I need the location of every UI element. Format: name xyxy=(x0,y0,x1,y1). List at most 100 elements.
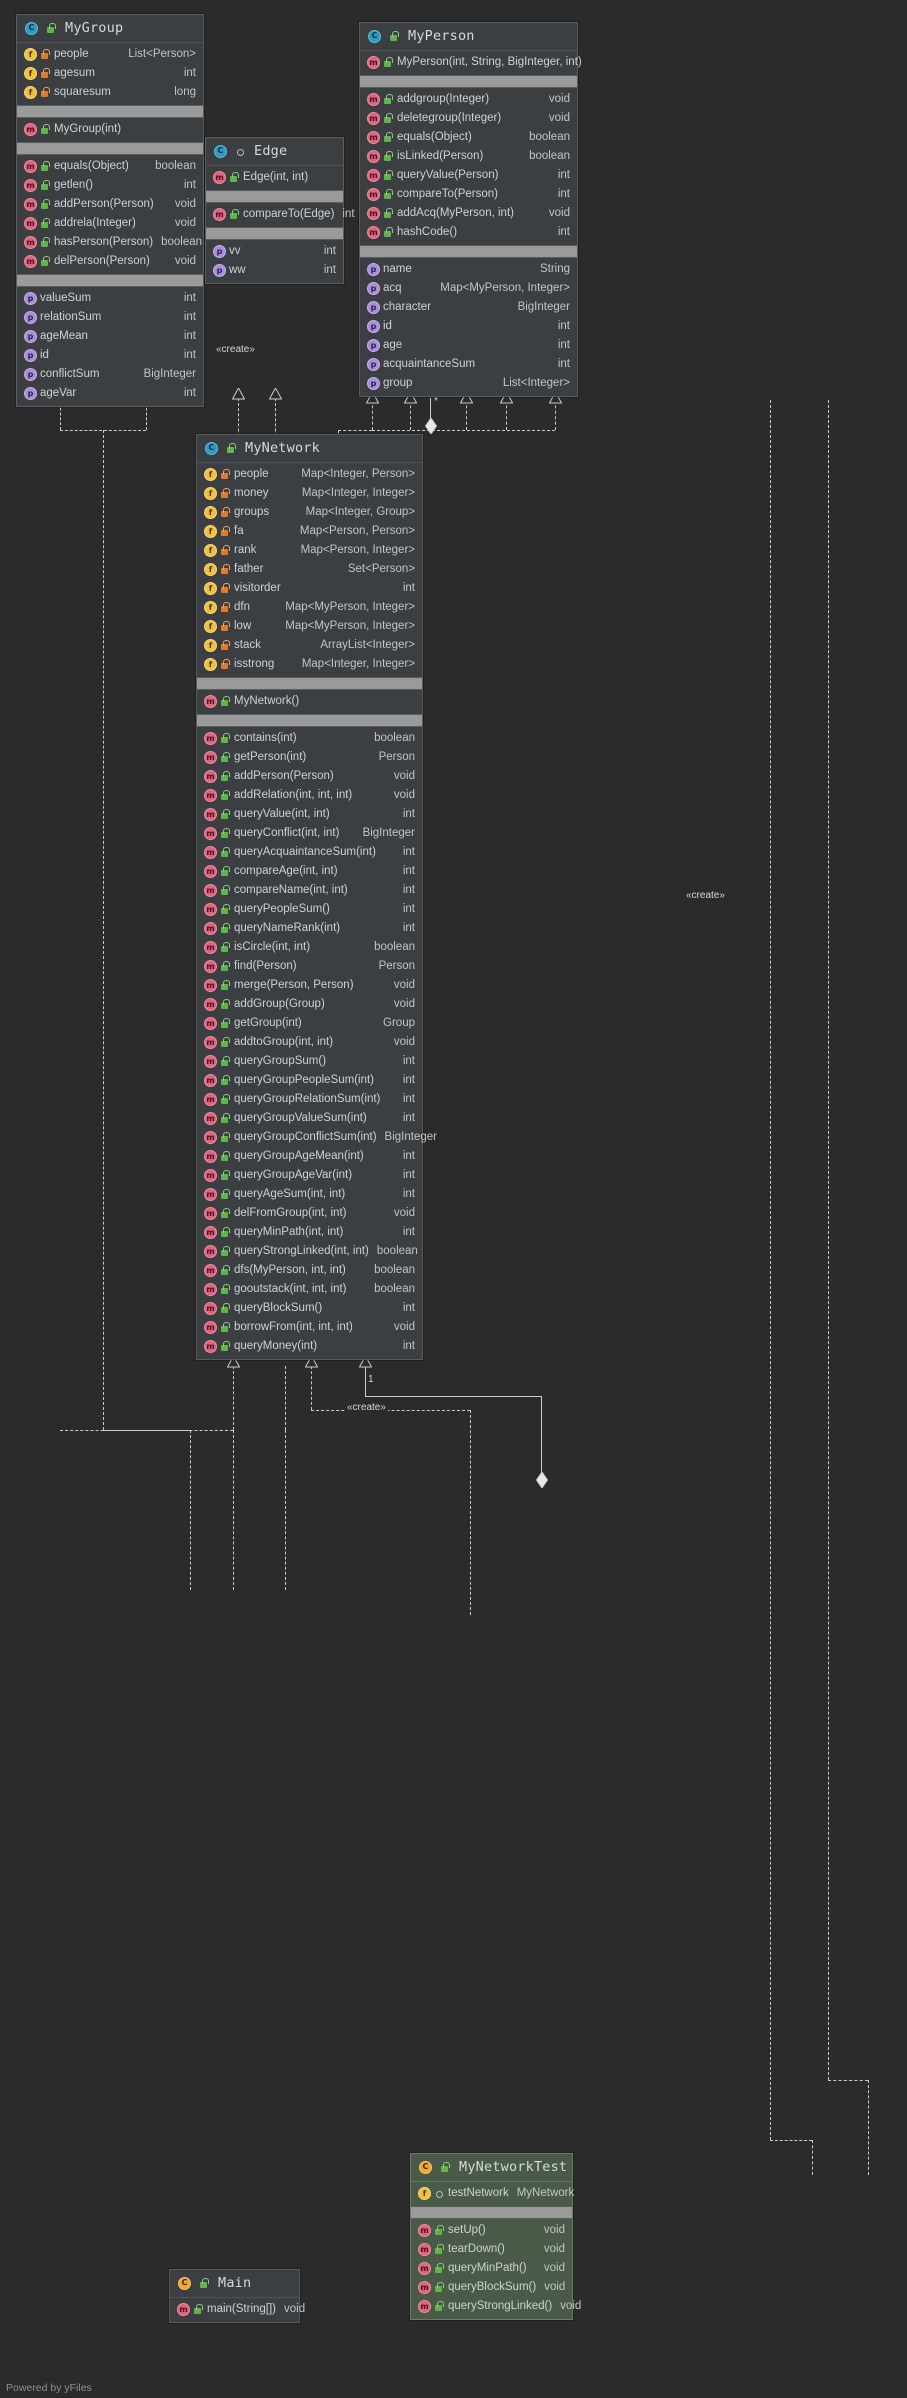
method-row[interactable]: m tearDown() void xyxy=(411,2240,572,2259)
property-row[interactable]: p acquaintanceSum int xyxy=(360,355,577,374)
property-row[interactable]: p id int xyxy=(17,346,203,365)
method-row[interactable]: m addGroup(Group) void xyxy=(197,995,422,1014)
field-row[interactable]: f isstrong Map<Integer, Integer> xyxy=(197,655,422,674)
method-row[interactable]: m addAcq(MyPerson, int) void xyxy=(360,204,577,223)
field-row[interactable]: f testNetwork MyNetwork xyxy=(411,2184,574,2203)
property-row[interactable]: p ww int xyxy=(206,261,343,280)
property-row[interactable]: p ageVar int xyxy=(17,384,203,403)
constructor-row[interactable]: m MyPerson(int, String, BigInteger, int) xyxy=(360,53,582,72)
method-row[interactable]: m equals(Object) boolean xyxy=(17,157,203,176)
field-row[interactable]: f low Map<MyPerson, Integer> xyxy=(197,617,422,636)
constructor-row[interactable]: m MyGroup(int) xyxy=(17,120,203,139)
method-row[interactable]: m queryAgeSum(int, int) int xyxy=(197,1185,422,1204)
property-row[interactable]: p valueSum int xyxy=(17,289,203,308)
method-row[interactable]: m queryGroupRelationSum(int) int xyxy=(197,1090,422,1109)
method-row[interactable]: m queryStrongLinked(int, int) boolean xyxy=(197,1242,422,1261)
method-row[interactable]: m addPerson(Person) void xyxy=(17,195,203,214)
method-row[interactable]: m addgroup(Integer) void xyxy=(360,90,577,109)
class-box-myperson[interactable]: C MyPerson m MyPerson(int, String, BigIn… xyxy=(359,22,582,397)
unlock-public-icon xyxy=(440,2161,450,2173)
method-row[interactable]: m dfs(MyPerson, int, int) boolean xyxy=(197,1261,422,1280)
connector-line xyxy=(812,2140,813,2175)
property-row[interactable]: p ageMean int xyxy=(17,327,203,346)
method-row[interactable]: m queryGroupAgeVar(int) int xyxy=(197,1166,422,1185)
method-row[interactable]: m hashCode() int xyxy=(360,223,577,242)
method-row[interactable]: m queryGroupPeopleSum(int) int xyxy=(197,1071,422,1090)
method-row[interactable]: m queryBlockSum() int xyxy=(197,1299,422,1318)
field-row[interactable]: f dfn Map<MyPerson, Integer> xyxy=(197,598,422,617)
method-row[interactable]: m queryPeopleSum() int xyxy=(197,900,422,919)
field-row[interactable]: f fa Map<Person, Person> xyxy=(197,522,422,541)
property-row[interactable]: p character BigInteger xyxy=(360,298,577,317)
method-row[interactable]: m queryConflict(int, int) BigInteger xyxy=(197,824,422,843)
method-row[interactable]: m compareName(int, int) int xyxy=(197,881,422,900)
property-row[interactable]: p name String xyxy=(360,260,577,279)
method-row[interactable]: m setUp() void xyxy=(411,2221,572,2240)
member-type: Map<Person, Person> xyxy=(299,525,415,537)
method-row[interactable]: m queryGroupConflictSum(int) BigInteger xyxy=(197,1128,437,1147)
method-row[interactable]: m queryMoney(int) int xyxy=(197,1337,422,1356)
method-row[interactable]: m queryStrongLinked() void xyxy=(411,2297,581,2316)
field-row[interactable]: f groups Map<Integer, Group> xyxy=(197,503,422,522)
method-row[interactable]: m queryValue(Person) int xyxy=(360,166,577,185)
method-row[interactable]: m getPerson(int) Person xyxy=(197,748,422,767)
field-row[interactable]: f squaresum long xyxy=(17,83,203,102)
method-row[interactable]: m delFromGroup(int, int) void xyxy=(197,1204,422,1223)
class-box-edge[interactable]: C Edge m Edge(int, int) m compareTo(Edge… xyxy=(205,137,355,284)
field-row[interactable]: f agesum int xyxy=(17,64,203,83)
constructor-row[interactable]: m MyNetwork() xyxy=(197,692,422,711)
field-row[interactable]: f stack ArrayList<Integer> xyxy=(197,636,422,655)
method-row[interactable]: m merge(Person, Person) void xyxy=(197,976,422,995)
class-box-mynetworktest[interactable]: C MyNetworkTest f testNetwork MyNetwork … xyxy=(410,2153,581,2320)
method-row[interactable]: m queryGroupValueSum(int) int xyxy=(197,1109,422,1128)
method-row[interactable]: m addRelation(int, int, int) void xyxy=(197,786,422,805)
method-row[interactable]: m getGroup(int) Group xyxy=(197,1014,422,1033)
method-row[interactable]: m isLinked(Person) boolean xyxy=(360,147,577,166)
method-row[interactable]: m compareTo(Person) int xyxy=(360,185,577,204)
method-row[interactable]: m contains(int) boolean xyxy=(197,729,422,748)
method-icon: m xyxy=(204,1055,217,1068)
method-row[interactable]: m gooutstack(int, int, int) boolean xyxy=(197,1280,422,1299)
method-row[interactable]: m queryValue(int, int) int xyxy=(197,805,422,824)
method-row[interactable]: m deletegroup(Integer) void xyxy=(360,109,577,128)
method-row[interactable]: m addrela(Integer) void xyxy=(17,214,203,233)
property-row[interactable]: p id int xyxy=(360,317,577,336)
method-row[interactable]: m find(Person) Person xyxy=(197,957,422,976)
method-row[interactable]: m isCircle(int, int) boolean xyxy=(197,938,422,957)
method-row[interactable]: m main(String[]) void xyxy=(170,2300,305,2319)
method-row[interactable]: m delPerson(Person) void xyxy=(17,252,203,271)
method-row[interactable]: m queryNameRank(int) int xyxy=(197,919,422,938)
method-row[interactable]: m equals(Object) boolean xyxy=(360,128,577,147)
property-row[interactable]: p vv int xyxy=(206,242,343,261)
method-row[interactable]: m queryMinPath(int, int) int xyxy=(197,1223,422,1242)
method-row[interactable]: m queryGroupSum() int xyxy=(197,1052,422,1071)
constructor-row[interactable]: m Edge(int, int) xyxy=(206,168,343,187)
class-box-mygroup[interactable]: C MyGroup f people List<Person> f agesum… xyxy=(16,14,204,407)
method-row[interactable]: m queryMinPath() void xyxy=(411,2259,572,2278)
method-row[interactable]: m addtoGroup(int, int) void xyxy=(197,1033,422,1052)
class-box-main[interactable]: C Main m main(String[]) void xyxy=(169,2269,305,2323)
method-row[interactable]: m getlen() int xyxy=(17,176,203,195)
property-row[interactable]: p relationSum int xyxy=(17,308,203,327)
field-row[interactable]: f people List<Person> xyxy=(17,45,203,64)
field-row[interactable]: f visitorder int xyxy=(197,579,422,598)
class-box-mynetwork[interactable]: C MyNetwork f people Map<Integer, Person> f… xyxy=(196,434,437,1360)
property-row[interactable]: p conflictSum BigInteger xyxy=(17,365,203,384)
field-row[interactable]: f rank Map<Person, Integer> xyxy=(197,541,422,560)
method-row[interactable]: m queryGroupAgeMean(int) int xyxy=(197,1147,422,1166)
method-row[interactable]: m borrowFrom(int, int, int) void xyxy=(197,1318,422,1337)
property-row[interactable]: p group List<Integer> xyxy=(360,374,577,393)
field-row[interactable]: f people Map<Integer, Person> xyxy=(197,465,422,484)
field-row[interactable]: f money Map<Integer, Integer> xyxy=(197,484,422,503)
class-name: Edge xyxy=(254,143,288,159)
method-row[interactable]: m compareAge(int, int) int xyxy=(197,862,422,881)
method-row[interactable]: m compareTo(Edge) int xyxy=(206,205,355,224)
property-row[interactable]: p age int xyxy=(360,336,577,355)
method-row[interactable]: m addPerson(Person) void xyxy=(197,767,422,786)
method-row[interactable]: m queryBlockSum() void xyxy=(411,2278,572,2297)
property-row[interactable]: p acq Map<MyPerson, Integer> xyxy=(360,279,577,298)
method-row[interactable]: m queryAcquaintanceSum(int) int xyxy=(197,843,422,862)
member-name: delFromGroup(int, int) xyxy=(234,1207,347,1219)
method-row[interactable]: m hasPerson(Person) boolean xyxy=(17,233,203,252)
field-row[interactable]: f father Set<Person> xyxy=(197,560,422,579)
